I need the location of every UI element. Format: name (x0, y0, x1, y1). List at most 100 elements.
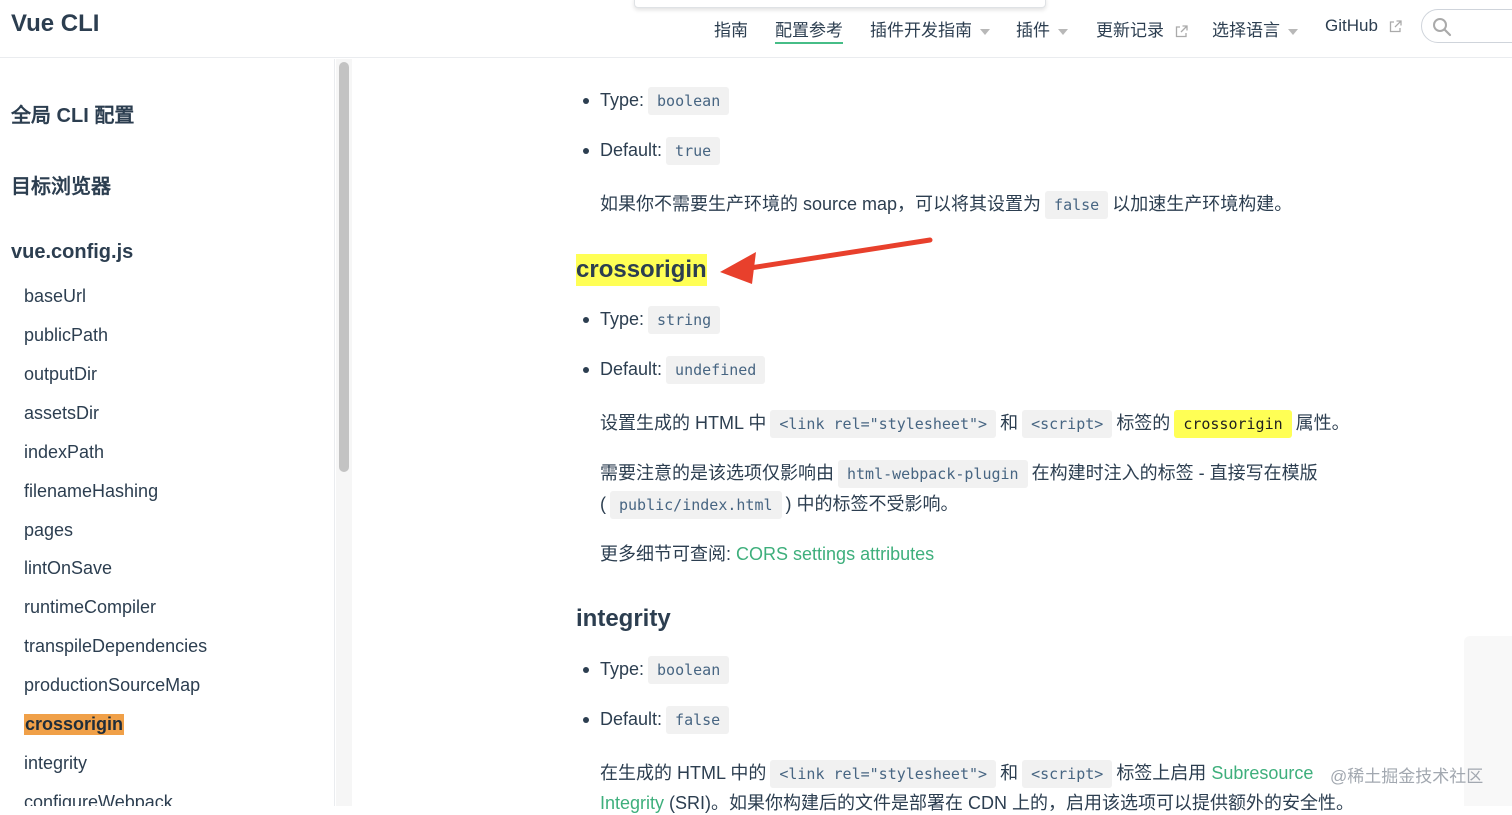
inline-code: boolean (648, 656, 730, 684)
inline-code: html-webpack-plugin (838, 460, 1028, 488)
text: 标签上启用 (1116, 763, 1207, 783)
inline-code: true (666, 137, 721, 165)
sidebar-item-baseurl[interactable]: baseUrl (24, 286, 86, 307)
nav-item-label: 指南 (714, 21, 748, 40)
sidebar-group-global-cli[interactable]: 全局 CLI 配置 (11, 99, 134, 128)
integrity-default-line: Default: false (600, 706, 733, 734)
chevron-down-icon (1288, 28, 1298, 35)
type-label: Type: (600, 90, 645, 110)
sidebar-item-productionsourcemap[interactable]: productionSourceMap (24, 675, 200, 696)
nav-item-github[interactable]: GitHub (1325, 16, 1402, 36)
inline-code: false (1045, 191, 1109, 219)
nav-item-guide[interactable]: 指南 (714, 16, 748, 41)
bullet (583, 317, 589, 323)
sidebar-item-configurewebpack[interactable]: configureWebpack (24, 792, 173, 806)
text: 和 (1000, 763, 1019, 783)
sidebar-item-assetsdir[interactable]: assetsDir (24, 403, 99, 424)
text: 以加速生产环境构建。 (1112, 194, 1293, 214)
nav-item-label: GitHub (1325, 16, 1378, 35)
sidebar-item-integrity[interactable]: integrity (24, 753, 87, 774)
cors-settings-link[interactable]: CORS settings attributes (736, 544, 934, 564)
nav-item-config[interactable]: 配置参考 (775, 16, 843, 44)
integrity-paragraph-1a: 在生成的 HTML 中的 <link rel="stylesheet"> 和 <scr… (600, 759, 1313, 788)
navbar: Vue CLI 指南 配置参考 插件开发指南 插件 更新记录 选择语言 GitH… (0, 0, 1512, 58)
external-link-icon (1389, 20, 1402, 33)
crossorigin-type-line: Type: string (600, 306, 724, 334)
inline-code: <script> (1022, 410, 1113, 438)
nav-item-label: 插件 (1016, 21, 1050, 40)
sidebar-item-filenamehashing[interactable]: filenameHashing (24, 481, 158, 502)
sidebar-item-pages[interactable]: pages (24, 520, 73, 541)
inline-code: false (666, 706, 730, 734)
chevron-down-icon (980, 28, 990, 35)
sidebar-item-crossorigin[interactable]: crossorigin (24, 714, 125, 735)
inline-code-highlighted: crossorigin (1174, 410, 1292, 438)
nav-item-language[interactable]: 选择语言 (1212, 16, 1298, 41)
sm-default-line: Default: true (600, 137, 724, 165)
sm-description: 如果你不需要生产环境的 source map，可以将其设置为 false 以加速生产… (600, 190, 1293, 219)
sidebar-group-browsers[interactable]: 目标浏览器 (11, 170, 111, 199)
bullet (583, 667, 589, 673)
crossorigin-paragraph-2b: (public/index.html) 中的标签不受影响。 (600, 490, 959, 519)
annotation-arrow-icon (720, 237, 933, 284)
crossorigin-paragraph-1: 设置生成的 HTML 中 <link rel="stylesheet"> 和 <scr… (600, 409, 1350, 438)
subresource-integrity-link[interactable]: Subresource (1211, 763, 1313, 783)
text: (SRI)。如果你构建后的文件是部署在 CDN 上的，启用该选项可以提供额外的安… (669, 793, 1355, 813)
sidebar-item-lintonsave[interactable]: lintOnSave (24, 558, 112, 579)
default-label: Default: (600, 359, 663, 379)
chevron-down-icon (1058, 28, 1068, 35)
bullet (583, 367, 589, 373)
nav-item-label: 选择语言 (1212, 21, 1280, 40)
type-label: Type: (600, 659, 645, 679)
inline-code: undefined (666, 356, 766, 384)
sidebar-item-indexpath[interactable]: indexPath (24, 442, 104, 463)
sidebar-group-vue-config[interactable]: vue.config.js (11, 241, 133, 264)
search-icon (1433, 18, 1452, 37)
nav-item-changelog[interactable]: 更新记录 (1096, 16, 1188, 41)
bullet (583, 148, 589, 154)
default-label: Default: (600, 709, 663, 729)
dropdown-popup-edge (634, 0, 1046, 8)
text: 需要注意的是该选项仅影响由 (600, 463, 834, 483)
text: 设置生成的 HTML 中 (600, 413, 767, 433)
bullet (583, 717, 589, 723)
heading-integrity: integrity (576, 605, 671, 632)
subresource-integrity-link[interactable]: Integrity (600, 793, 664, 813)
text: ) 中的标签不受影响。 (785, 494, 959, 514)
sm-type-line: Type: boolean (600, 87, 733, 115)
inline-code: <link rel="stylesheet"> (770, 760, 997, 788)
integrity-paragraph-1b: Integrity (SRI)。如果你构建后的文件是部署在 CDN 上的，启用该… (600, 789, 1354, 815)
inline-code: string (648, 306, 721, 334)
text: 更多细节可查阅: (600, 544, 732, 564)
default-label: Default: (600, 140, 663, 160)
inline-code: public/index.html (610, 491, 782, 519)
sidebar: 全局 CLI 配置 目标浏览器 vue.config.js baseUrl pu… (0, 59, 335, 806)
site-logo[interactable]: Vue CLI (11, 10, 99, 38)
text: 在生成的 HTML 中的 (600, 763, 767, 783)
nav-item-plugins[interactable]: 插件 (1016, 16, 1068, 41)
text: ( (600, 494, 606, 514)
nav-item-label: 更新记录 (1096, 21, 1164, 40)
inline-code: <link rel="stylesheet"> (770, 410, 997, 438)
sidebar-item-publicpath[interactable]: publicPath (24, 325, 108, 346)
nav-item-plugin-dev[interactable]: 插件开发指南 (870, 16, 990, 41)
integrity-type-line: Type: boolean (600, 656, 733, 684)
sidebar-item-outputdir[interactable]: outputDir (24, 364, 97, 385)
watermark: @稀土掘金技术社区 (1330, 767, 1484, 786)
nav-item-label: 插件开发指南 (870, 21, 972, 40)
text: 和 (1000, 413, 1019, 433)
inline-code: <script> (1022, 760, 1113, 788)
text: 如果你不需要生产环境的 source map，可以将其设置为 (600, 194, 1042, 214)
crossorigin-paragraph-2a: 需要注意的是该选项仅影响由 html-webpack-plugin 在构建时注入的标… (600, 459, 1318, 488)
sidebar-item-runtimecompiler[interactable]: runtimeCompiler (24, 597, 156, 618)
nav-item-label: 配置参考 (775, 21, 843, 40)
heading-crossorigin: crossorigin (576, 254, 707, 286)
sidebar-item-transpiledependencies[interactable]: transpileDependencies (24, 636, 207, 657)
sidebar-scrollbar-thumb[interactable] (339, 62, 349, 472)
type-label: Type: (600, 309, 645, 329)
bullet (583, 98, 589, 104)
text: 属性。 (1295, 413, 1350, 433)
inline-code: boolean (648, 87, 730, 115)
crossorigin-default-line: Default: undefined (600, 356, 769, 384)
search-input[interactable] (1421, 9, 1512, 43)
